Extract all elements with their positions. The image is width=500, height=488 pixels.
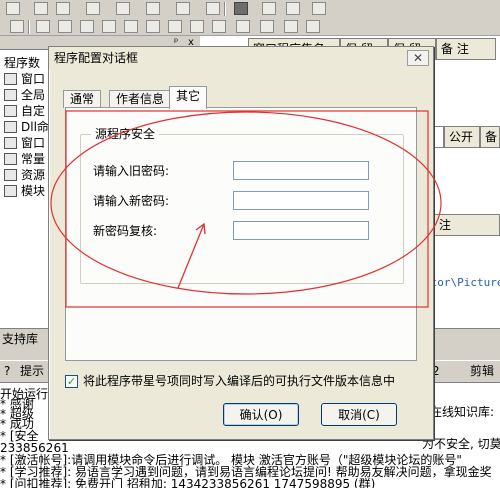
toolbar-tool-icon[interactable] [168,20,182,33]
confirm-password-input[interactable] [233,221,369,240]
tree-item[interactable]: 窗口 [4,72,45,86]
new-password-label: 请输入新密码: [93,194,170,208]
version-info-checkbox-label[interactable]: 将此程序带星号项同时写入编译后的可执行文件版本信息中 [83,373,395,389]
output-line: * [问扣推荐]: 免费开门 招租加: 1434233856261 174759… [0,477,376,488]
tab-general[interactable]: 通常 [63,90,102,108]
toolbar-tool-icon[interactable] [56,2,70,15]
toolbar-tool-icon[interactable] [260,20,274,33]
tree-item-label: 窗口 [21,72,46,86]
tree-item[interactable]: Dll命 [4,120,49,134]
toolbar-tool-icon[interactable] [10,20,24,33]
toolbar-tool-icon[interactable] [236,20,250,33]
tree-node-icon [4,73,17,85]
new-password-input[interactable] [233,191,369,210]
output-knowledge-base: 在线知识库: [430,405,495,419]
tree-header-label: 程序数 [4,56,41,70]
toolbar-tool-icon[interactable] [6,2,20,15]
toolbar-row-1 [0,0,500,18]
grid-header-cell: 备 注 [436,38,496,60]
tree-item[interactable]: 窗口 [4,136,45,150]
tree-node-icon [4,169,17,181]
tree-node-icon [4,89,17,101]
toolbar-tool-icon[interactable] [116,2,130,15]
version-info-checkbox[interactable]: ✓ [65,375,78,388]
source-security-group: 源程序安全 请输入旧密码: 请输入新密码: 新密码复核: [80,127,404,284]
tree-node-icon [4,137,17,149]
toolbar-tool-icon[interactable] [34,2,48,15]
tree-node-icon [4,185,17,197]
tree-item[interactable]: 常量 [4,152,45,166]
grid-header-cell: 备 [480,126,500,148]
toolbar-tool-icon[interactable] [284,20,298,33]
grid-header-cell: 公开 [444,126,480,148]
toolbar-tool-icon[interactable] [86,2,100,15]
dialog-titlebar[interactable]: 程序配置对话框 ✕ [49,47,433,69]
tree-item[interactable]: 模块 [4,184,45,198]
toolbar-tool-icon[interactable] [286,2,300,15]
toolbar-tool-icon[interactable] [146,2,160,15]
toolbar-row-2 [0,18,500,36]
ide-toolbar [0,0,500,36]
tree-node-icon [4,153,17,165]
confirm-password-label: 新密码复核: [93,224,158,238]
tab-clipboard[interactable]: 剪辑 [470,363,494,379]
program-config-dialog: 程序配置对话框 ✕ 通常 作者信息 其它 源程序安全 请输入旧密码: 请输入新密… [48,46,434,440]
tree-item[interactable]: 全局 [4,88,45,102]
toolbar-tool-icon[interactable] [80,20,94,33]
toolbar-tool-icon[interactable] [190,20,204,33]
toolbar-tool-icon[interactable] [212,20,226,33]
tree-node-icon [4,121,17,133]
tab-panel-other: 源程序安全 请输入旧密码: 请输入新密码: 新密码复核: [65,107,417,361]
cancel-button[interactable]: 取消(C) [321,403,397,426]
toolbar-tool-icon[interactable] [124,20,138,33]
tree-item-label: 常量 [21,152,46,166]
tree-item-label: 自定 [21,104,46,118]
grid-header-cell: 注 [434,214,500,236]
tree-item-label: 模块 [21,184,46,198]
dialog-title: 程序配置对话框 [54,51,139,65]
toolbar-tool-icon[interactable] [36,20,50,33]
old-password-input[interactable] [233,161,369,180]
tab-hint[interactable]: 提示 [20,363,44,379]
toolbar-tool-icon[interactable] [312,2,326,15]
tree-item-label: Dll命 [21,120,49,134]
toolbar-tool-icon[interactable] [262,2,276,15]
tree-item[interactable]: 资源 [4,168,45,182]
help-icon: ? [4,364,11,378]
tree-item-label: 全局 [21,88,46,102]
toolbar-tool-icon[interactable] [306,20,320,33]
checkmark-icon: ✓ [66,375,77,388]
old-password-label: 请输入旧密码: [93,164,170,178]
toolbar-tool-icon[interactable] [234,2,248,15]
toolbar-tool-icon[interactable] [206,2,220,15]
tree-item[interactable]: 自定 [4,104,45,118]
tab-other[interactable]: 其它 [169,86,208,109]
toolbar-tool-icon[interactable] [176,2,190,15]
toolbar-separator [28,20,30,34]
tree-node-icon [4,105,17,117]
dialog-close-button[interactable]: ✕ [407,50,429,66]
confirm-button[interactable]: 确认(O) [223,403,299,426]
tab-author-info[interactable]: 作者信息 [109,90,172,108]
toolbar-tool-icon[interactable] [58,20,72,33]
toolbar-tool-icon[interactable] [146,20,160,33]
tree-item-label: 资源 [21,168,46,182]
path-text: ator\Picture [424,276,500,289]
tree-item-label: 窗口 [21,136,46,150]
toolbar-tool-icon[interactable] [102,20,116,33]
toolbar-separator [224,2,226,16]
tab-support-library[interactable]: 支持库 [2,330,38,347]
source-security-title: 源程序安全 [91,127,160,141]
